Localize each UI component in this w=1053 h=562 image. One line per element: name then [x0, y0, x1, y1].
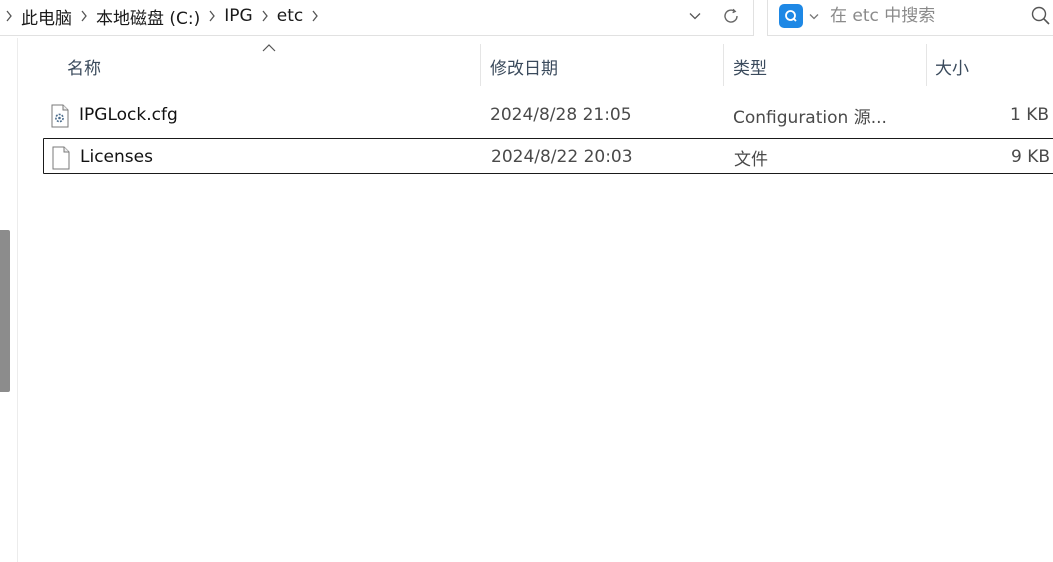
file-size: 1 KB — [1009, 105, 1049, 125]
chevron-right-icon[interactable] — [75, 10, 93, 22]
toolbar: 此电脑 本地磁盘 (C:) IPG etc — [0, 0, 1053, 38]
refresh-button[interactable] — [718, 4, 744, 28]
chevron-down-icon — [809, 13, 819, 19]
chevron-right-icon[interactable] — [203, 10, 221, 22]
column-header-size[interactable]: 大小 — [935, 38, 1045, 94]
file-modified-date: 2024/8/22 20:03 — [491, 147, 633, 167]
refresh-icon — [724, 8, 738, 23]
search-engine-icon — [785, 10, 797, 22]
file-name: IPGLock.cfg — [79, 105, 178, 125]
column-header-name-label: 名称 — [67, 58, 101, 79]
chevron-right-icon[interactable] — [0, 10, 18, 22]
breadcrumb-item-etc[interactable]: etc — [274, 6, 306, 26]
column-header-size-label: 大小 — [935, 58, 969, 79]
breadcrumb-item-ipg[interactable]: IPG — [221, 6, 255, 26]
breadcrumb-item-local-disk[interactable]: 本地磁盘 (C:) — [93, 4, 203, 29]
file-type: 文件 — [734, 149, 768, 170]
column-header-name[interactable]: 名称 — [67, 38, 479, 94]
column-divider[interactable] — [723, 44, 724, 86]
file-name: Licenses — [80, 147, 153, 167]
search-icon[interactable] — [1030, 5, 1052, 27]
scrollbar-thumb[interactable] — [0, 230, 10, 392]
search-engine-dropdown[interactable] — [808, 8, 820, 24]
config-file-icon — [51, 104, 69, 128]
file-icon — [52, 146, 70, 170]
chevron-right-icon[interactable] — [306, 10, 324, 22]
file-row-selected[interactable]: Licenses 2024/8/22 20:03 文件 9 KB — [43, 138, 1053, 174]
address-bar[interactable]: 此电脑 本地磁盘 (C:) IPG etc — [0, 0, 754, 36]
file-size: 9 KB — [1010, 147, 1050, 167]
breadcrumb: 此电脑 本地磁盘 (C:) IPG etc — [0, 0, 324, 32]
search-input[interactable] — [830, 3, 1016, 29]
breadcrumb-item-this-pc[interactable]: 此电脑 — [18, 4, 75, 29]
address-history-button[interactable] — [684, 6, 706, 26]
column-header-type-label: 类型 — [733, 58, 767, 79]
column-header-modified[interactable]: 修改日期 — [490, 38, 722, 94]
column-headers: 名称 修改日期 类型 大小 — [19, 38, 1053, 94]
column-divider[interactable] — [926, 44, 927, 86]
chevron-right-icon[interactable] — [256, 10, 274, 22]
search-box[interactable] — [767, 0, 1053, 36]
file-modified-date: 2024/8/28 21:05 — [490, 105, 632, 125]
column-header-modified-label: 修改日期 — [490, 58, 558, 79]
search-engine-button[interactable] — [779, 4, 803, 28]
column-divider[interactable] — [480, 44, 481, 86]
file-explorer-window: 此电脑 本地磁盘 (C:) IPG etc 在 etc 中搜索 名称 修改日期 … — [0, 0, 1053, 562]
navigation-pane-edge — [0, 38, 18, 562]
chevron-down-icon — [689, 13, 701, 20]
file-row[interactable]: IPGLock.cfg 2024/8/28 21:05 Configuratio… — [43, 97, 1053, 133]
column-header-type[interactable]: 类型 — [733, 38, 925, 94]
file-type: Configuration 源... — [733, 107, 887, 128]
